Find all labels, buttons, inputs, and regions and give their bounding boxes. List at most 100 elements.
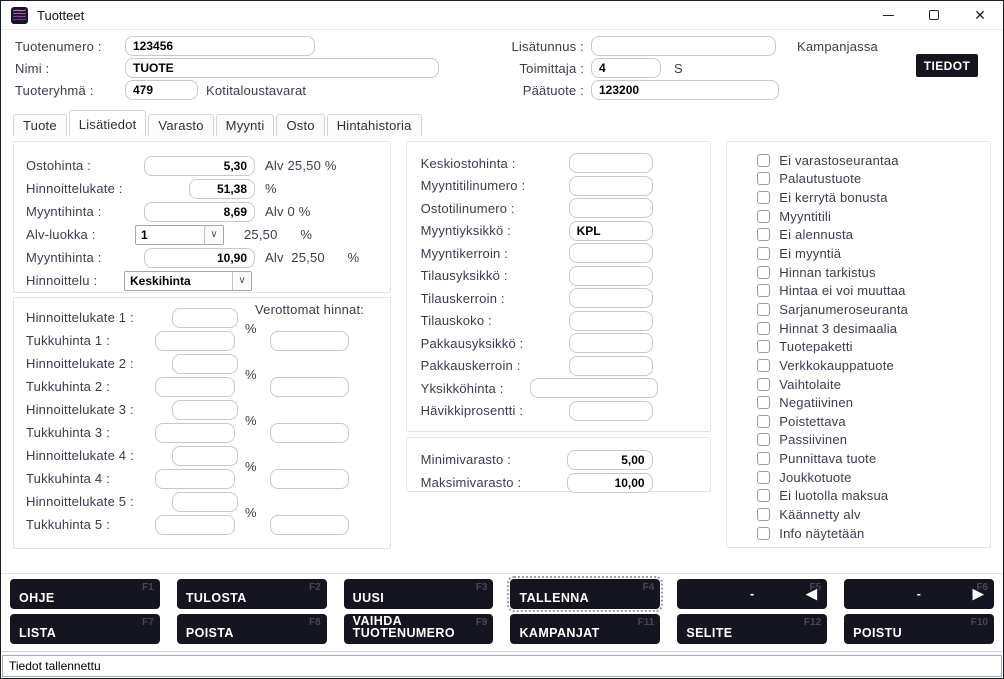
paatuote-input[interactable] [591, 80, 779, 100]
ostohinta-alv-text: Alv 25,50 % [265, 158, 337, 173]
checkbox[interactable] [757, 191, 770, 204]
checkbox[interactable] [757, 489, 770, 502]
hinnoittelukate-tier-input[interactable] [172, 492, 238, 512]
checkbox[interactable] [757, 359, 770, 372]
veroton-hinta-input[interactable] [270, 331, 349, 351]
unit-value-input[interactable] [569, 198, 653, 218]
tukkuhinta-label: Tukkuhinta 2 : [26, 379, 156, 394]
function-button[interactable]: SELITE F12 [677, 614, 827, 644]
hinnoittelukate-tier-input[interactable] [172, 400, 238, 420]
tukkuhinta-input[interactable] [155, 423, 235, 443]
tab[interactable]: Lisätiedot [69, 110, 147, 136]
tier-group: Hinnoittelukate 4 : Tukkuhinta 4 : % [26, 444, 390, 490]
ostohinta-input[interactable] [144, 156, 255, 176]
tuotenumero-input[interactable] [125, 36, 315, 56]
fkey-badge: F8 [309, 617, 321, 628]
unit-value-input[interactable] [569, 221, 653, 241]
veroton-hinta-input[interactable] [270, 377, 349, 397]
checkbox[interactable] [757, 378, 770, 391]
checkbox[interactable] [757, 396, 770, 409]
unit-value-input[interactable] [530, 378, 658, 398]
checkbox-label: Myyntitili [779, 209, 831, 224]
tukkuhinta-label: Tukkuhinta 3 : [26, 425, 156, 440]
function-button[interactable]: LISTA F7 [10, 614, 160, 644]
checkbox[interactable] [757, 172, 770, 185]
hinnoittelukate-tier-input[interactable] [172, 308, 238, 328]
tier-pct-text: % [245, 321, 257, 336]
checkbox-label: Info näytetään [779, 526, 864, 541]
unit-value-input[interactable] [569, 333, 653, 353]
maximize-button[interactable] [911, 1, 957, 29]
function-button[interactable]: VAIHDA TUOTENUMERO F9 [344, 614, 494, 644]
toimittaja-input[interactable] [591, 58, 661, 78]
function-button[interactable]: KAMPANJAT F11 [510, 614, 660, 644]
myyntihinta-veroton-input[interactable] [144, 202, 255, 222]
minimivarasto-input[interactable] [567, 450, 653, 470]
checkbox[interactable] [757, 508, 770, 521]
checkbox[interactable] [757, 471, 770, 484]
hinnoittelu-select[interactable]: Keskihinta ∨ [124, 271, 252, 291]
minimize-button[interactable] [865, 1, 911, 29]
hinnoittelukate-input[interactable] [189, 179, 255, 199]
tukkuhinta-input[interactable] [155, 515, 235, 535]
fkey-badge: F6 [976, 582, 988, 593]
function-button[interactable]: - ▶ F6 [844, 579, 994, 609]
nimi-input[interactable] [125, 58, 439, 78]
checkbox[interactable] [757, 228, 770, 241]
checkbox[interactable] [757, 340, 770, 353]
alv-luokka-select[interactable]: 1 ∨ [135, 225, 224, 245]
status-text: Tiedot tallennettu [9, 659, 101, 673]
tukkuhinta-input[interactable] [155, 469, 235, 489]
tab[interactable]: Osto [276, 114, 324, 136]
checkbox[interactable] [757, 247, 770, 260]
hinnoittelukate-tier-input[interactable] [172, 354, 238, 374]
checkbox-row: Käännetty alv [757, 505, 990, 524]
unit-value-input[interactable] [569, 288, 653, 308]
lisatunnus-input[interactable] [591, 36, 776, 56]
tukkuhinta-input[interactable] [155, 377, 235, 397]
checkbox[interactable] [757, 322, 770, 335]
unit-value-input[interactable] [569, 176, 653, 196]
tukkuhinta-input[interactable] [155, 331, 235, 351]
tab[interactable]: Hintahistoria [327, 114, 422, 136]
myyntihinta-verollinen-input[interactable] [144, 248, 255, 268]
function-button[interactable]: TULOSTA F2 [177, 579, 327, 609]
unit-row: Myyntitilinumero : [421, 175, 711, 198]
unit-value-input[interactable] [569, 243, 653, 263]
function-button[interactable]: POISTA F8 [177, 614, 327, 644]
veroton-hinta-input[interactable] [270, 423, 349, 443]
unit-value-input[interactable] [569, 401, 653, 421]
checkbox[interactable] [757, 284, 770, 297]
checkbox[interactable] [757, 452, 770, 465]
tab[interactable]: Varasto [148, 114, 213, 136]
checkbox[interactable] [757, 303, 770, 316]
checkbox[interactable] [757, 415, 770, 428]
veroton-hinta-input[interactable] [270, 515, 349, 535]
tab[interactable]: Myynti [216, 114, 275, 136]
tab[interactable]: Tuote [13, 114, 67, 136]
unit-value-input[interactable] [569, 311, 653, 331]
tiedot-button[interactable]: TIEDOT [916, 54, 978, 77]
unit-value-input[interactable] [569, 153, 653, 173]
unit-value-input[interactable] [569, 356, 653, 376]
tuoteryhma-input[interactable] [125, 80, 198, 100]
function-button[interactable]: UUSI F3 [344, 579, 494, 609]
function-button[interactable]: - ◀ F5 [677, 579, 827, 609]
checkbox-row: Ei luotolla maksua [757, 487, 990, 506]
checkbox[interactable] [757, 527, 770, 540]
unit-value-input[interactable] [569, 266, 653, 286]
checkbox[interactable] [757, 210, 770, 223]
function-button[interactable]: POISTU F10 [844, 614, 994, 644]
checkbox[interactable] [757, 433, 770, 446]
myyntihinta-verollinen-alv-text: Alv 25,50 % [265, 250, 359, 265]
function-button[interactable]: TALLENNA F4 [510, 579, 660, 609]
function-button[interactable]: OHJE F1 [10, 579, 160, 609]
close-button[interactable]: ✕ [957, 1, 1003, 29]
myyntihinta-veroton-alv-text: Alv 0 % [265, 204, 310, 219]
checkbox[interactable] [757, 154, 770, 167]
veroton-hinta-input[interactable] [270, 469, 349, 489]
checkbox-label: Verkkokauppatuote [779, 358, 894, 373]
checkbox[interactable] [757, 266, 770, 279]
hinnoittelukate-tier-input[interactable] [172, 446, 238, 466]
maksimivarasto-input[interactable] [567, 473, 653, 493]
